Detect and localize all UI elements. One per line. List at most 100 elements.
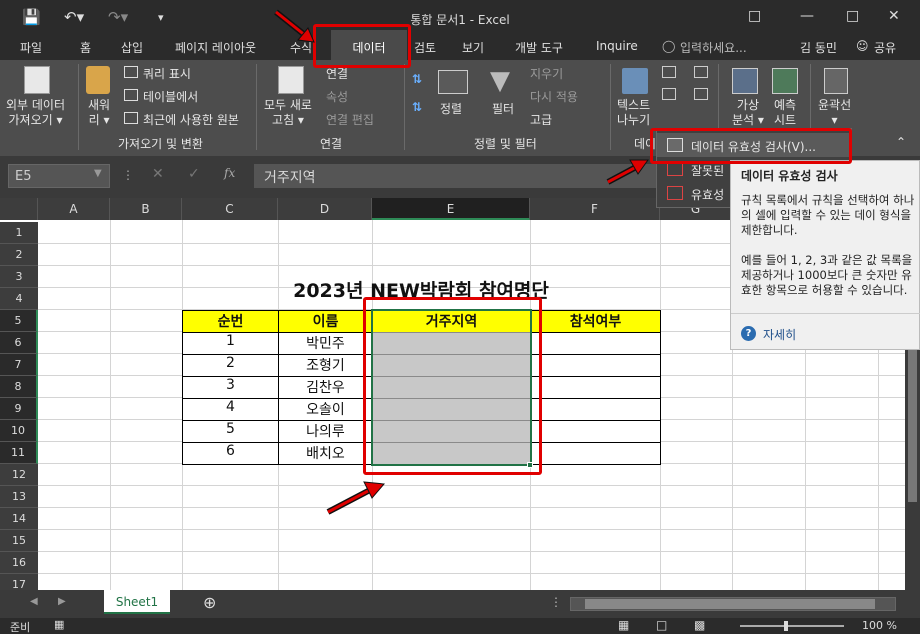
number-cell[interactable]: 3 (182, 376, 279, 399)
attendance-cell[interactable] (530, 420, 661, 443)
select-all-button[interactable] (0, 198, 38, 220)
share-button[interactable]: 공유 (874, 39, 896, 56)
row-header[interactable]: 4 (0, 288, 38, 310)
tab-review[interactable]: 검토 (414, 39, 436, 56)
cancel-icon[interactable]: ✕ (152, 166, 164, 182)
name-cell[interactable]: 오솔이 (278, 398, 373, 421)
show-queries-button[interactable]: 쿼리 표시 (143, 65, 191, 82)
page-break-view-icon[interactable]: ▩ (694, 618, 705, 632)
advanced-button[interactable]: 고급 (530, 111, 552, 128)
normal-view-icon[interactable]: ▦ (618, 618, 629, 632)
scroll-left-icon[interactable]: ◀ (30, 596, 38, 607)
header-cell-name[interactable]: 이름 (278, 310, 373, 333)
tab-page-layout[interactable]: 페이지 레이아웃 (175, 39, 256, 56)
get-external-data-button[interactable]: 외부 데이터 가져오기 ▾ (6, 98, 65, 128)
row-header[interactable]: 2 (0, 244, 38, 266)
ribbon-options-icon[interactable]: □ (748, 8, 761, 24)
page-layout-view-icon[interactable]: □ (656, 618, 667, 632)
row-header[interactable]: 7 (0, 354, 38, 376)
row-header[interactable]: 17 (0, 574, 38, 590)
tab-formulas[interactable]: 수식 (290, 39, 312, 56)
column-header-b[interactable]: B (110, 198, 182, 220)
tab-file[interactable]: 파일 (20, 39, 42, 56)
outline-button[interactable]: 윤곽선 ▾ (818, 98, 851, 128)
row-header[interactable]: 3 (0, 266, 38, 288)
row-header[interactable]: 9 (0, 398, 38, 420)
row-header[interactable]: 11 (0, 442, 38, 464)
number-cell[interactable]: 4 (182, 398, 279, 421)
sort-az-icon[interactable]: ⇅ (412, 72, 422, 86)
relationships-icon[interactable] (694, 88, 708, 100)
name-cell[interactable]: 박민주 (278, 332, 373, 355)
name-cell[interactable]: 김찬우 (278, 376, 373, 399)
horizontal-scrollbar[interactable] (570, 597, 896, 611)
refresh-all-button[interactable]: 모두 새로 고침 ▾ (264, 98, 312, 128)
number-cell[interactable]: 5 (182, 420, 279, 443)
new-query-button[interactable]: 새워 리 ▾ (88, 98, 110, 128)
number-cell[interactable]: 2 (182, 354, 279, 377)
zoom-slider[interactable] (740, 625, 844, 627)
zoom-level[interactable]: 100 % (862, 619, 897, 632)
tab-inquire[interactable]: Inquire (596, 39, 638, 53)
number-cell[interactable]: 1 (182, 332, 279, 355)
header-cell-attendance[interactable]: 참석여부 (530, 310, 661, 333)
row-header[interactable]: 6 (0, 332, 38, 354)
insert-function-icon[interactable]: fx (224, 166, 235, 180)
clear-button[interactable]: 지우기 (530, 65, 563, 82)
user-name[interactable]: 김 동민 (800, 39, 837, 56)
row-header[interactable]: 15 (0, 530, 38, 552)
zoom-thumb[interactable] (784, 621, 788, 631)
row-header[interactable]: 10 (0, 420, 38, 442)
consolidate-icon[interactable] (694, 66, 708, 78)
from-table-button[interactable]: 테이블에서 (143, 88, 198, 105)
tell-me-more-link[interactable]: 자세히 (763, 326, 796, 343)
minimize-icon[interactable]: — (800, 8, 814, 24)
sheet-tab-sheet1[interactable]: Sheet1 (104, 590, 170, 614)
macro-record-icon[interactable]: ▦ (54, 618, 64, 631)
collapse-ribbon-icon[interactable]: ⌃ (896, 135, 906, 149)
column-header-d[interactable]: D (278, 198, 372, 220)
flash-fill-icon[interactable] (662, 66, 676, 78)
what-if-button[interactable]: 가상 분석 ▾ (732, 98, 764, 128)
forecast-sheet-button[interactable]: 예측 시트 (774, 98, 796, 128)
filter-button[interactable]: 필터 (492, 100, 514, 117)
remove-duplicates-icon[interactable] (662, 88, 676, 100)
maximize-icon[interactable]: □ (846, 8, 859, 24)
attendance-cell[interactable] (530, 398, 661, 421)
row-header[interactable]: 14 (0, 508, 38, 530)
row-header[interactable]: 13 (0, 486, 38, 508)
column-header-f[interactable]: F (530, 198, 660, 220)
tab-developer[interactable]: 개발 도구 (515, 39, 563, 56)
name-cell[interactable]: 나의루 (278, 420, 373, 443)
properties-button[interactable]: 속성 (326, 88, 348, 105)
reapply-button[interactable]: 다시 적용 (530, 88, 578, 105)
column-header-a[interactable]: A (38, 198, 110, 220)
row-header[interactable]: 12 (0, 464, 38, 486)
tab-insert[interactable]: 삽입 (121, 39, 143, 56)
scroll-thumb[interactable] (585, 599, 875, 609)
close-icon[interactable]: ✕ (888, 8, 900, 24)
name-box-dropdown-icon[interactable]: ▼ (94, 168, 102, 179)
tab-view[interactable]: 보기 (462, 39, 484, 56)
text-to-columns-button[interactable]: 텍스트 나누기 (617, 98, 650, 128)
header-cell-number[interactable]: 순번 (182, 310, 279, 333)
row-header[interactable]: 1 (0, 222, 38, 244)
recent-sources-button[interactable]: 최근에 사용한 원본 (143, 111, 239, 128)
attendance-cell[interactable] (530, 442, 661, 465)
tell-me-input[interactable]: 입력하세요... (680, 39, 747, 56)
sort-za-icon[interactable]: ⇅ (412, 100, 422, 114)
row-header[interactable]: 8 (0, 376, 38, 398)
number-cell[interactable]: 6 (182, 442, 279, 465)
name-cell[interactable]: 배치오 (278, 442, 373, 465)
attendance-cell[interactable] (530, 354, 661, 377)
enter-icon[interactable]: ✓ (188, 166, 200, 182)
sort-button[interactable]: 정렬 (440, 100, 462, 117)
tab-home[interactable]: 홈 (80, 39, 91, 56)
row-header[interactable]: 5 (0, 310, 38, 332)
name-cell[interactable]: 조형기 (278, 354, 373, 377)
edit-links-button[interactable]: 연결 편집 (326, 111, 374, 128)
scroll-right-icon[interactable]: ▶ (58, 596, 66, 607)
attendance-cell[interactable] (530, 332, 661, 355)
add-sheet-icon[interactable]: ⊕ (203, 593, 216, 612)
attendance-cell[interactable] (530, 376, 661, 399)
